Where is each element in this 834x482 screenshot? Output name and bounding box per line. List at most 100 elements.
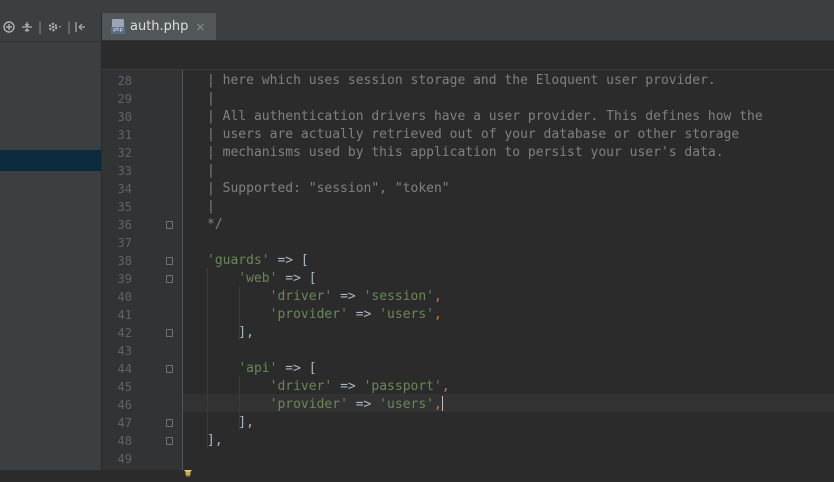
code-token: 'provider' — [269, 397, 348, 412]
code-token: => — [332, 379, 364, 394]
code-line[interactable]: 'provider' => 'users', — [207, 396, 443, 414]
code-line[interactable]: | users are actually retrieved out of yo… — [207, 126, 739, 144]
code-line[interactable]: | All authentication drivers have a user… — [207, 108, 763, 126]
line-number: 43 — [117, 344, 132, 358]
line-number: 45 — [117, 380, 132, 394]
code-token: 'api' — [238, 361, 278, 376]
line-number: 36 — [117, 218, 132, 232]
fold-end-icon[interactable] — [166, 437, 173, 445]
code-line[interactable]: 'web' => [ — [207, 270, 317, 288]
line-number: 46 — [117, 398, 132, 412]
line-number: 38 — [117, 254, 132, 268]
text-caret — [441, 396, 443, 411]
code-token: 'driver' — [269, 379, 333, 394]
line-number: 34 — [117, 182, 132, 196]
fold-end-icon[interactable] — [166, 419, 173, 427]
close-icon[interactable]: × — [195, 20, 205, 34]
project-toolbar: | | — [0, 13, 101, 40]
code-line[interactable]: | — [207, 162, 215, 180]
code-line[interactable]: | — [207, 90, 215, 108]
code-token: 'users' — [379, 307, 435, 322]
code-token: => [ — [269, 253, 309, 268]
code-token: , — [441, 379, 450, 394]
line-number: 49 — [117, 452, 132, 466]
selected-tree-row[interactable] — [0, 150, 101, 171]
code-line[interactable]: 'api' => [ — [207, 360, 317, 378]
code-editor[interactable]: | here which uses session storage and th… — [183, 70, 834, 470]
code-line[interactable]: 'guards' => [ — [207, 252, 309, 270]
code-token: 'users' — [379, 397, 435, 412]
code-token: | users are actually retrieved out of yo… — [207, 127, 740, 142]
code-line[interactable]: 'provider' => 'users', — [207, 306, 442, 324]
line-number: 44 — [117, 362, 132, 376]
fold-end-icon[interactable] — [166, 329, 173, 337]
line-number: 29 — [117, 92, 132, 106]
code-token: , — [434, 289, 442, 304]
code-token: | — [207, 163, 215, 178]
code-token: 'guards' — [207, 253, 270, 268]
line-number: 32 — [117, 146, 132, 160]
code-line[interactable]: | here which uses session storage and th… — [207, 72, 716, 90]
code-line[interactable]: */ — [207, 216, 223, 234]
code-token: | — [207, 199, 215, 214]
php-file-icon: php — [111, 18, 125, 35]
code-line[interactable]: 'driver' => 'passport', — [207, 378, 450, 396]
editor-gutter[interactable]: 28 29 30 31 32 33 34 35 36 37 38 39 40 41 42 43 44 45 46 47… — [102, 70, 193, 477]
code-token: 'driver' — [269, 289, 333, 304]
line-number: 33 — [117, 164, 132, 178]
line-number: 47 — [117, 416, 132, 430]
line-number: 41 — [117, 308, 132, 322]
code-line[interactable]: ], — [207, 324, 254, 342]
code-token: => — [332, 289, 364, 304]
code-line[interactable]: | Supported: "session", "token" — [207, 180, 450, 198]
code-token: */ — [207, 217, 223, 232]
code-token: , — [434, 397, 442, 412]
collapse-all-icon[interactable] — [18, 13, 36, 40]
code-token: => — [347, 397, 380, 412]
code-token: => [ — [277, 271, 317, 286]
code-line[interactable]: 'driver' => 'session', — [207, 288, 442, 306]
code-token: => [ — [277, 361, 317, 376]
line-number: 40 — [117, 290, 132, 304]
window-top-border — [0, 0, 834, 14]
code-line[interactable]: | mechanisms used by this application to… — [207, 144, 724, 162]
line-number: 35 — [117, 200, 132, 214]
fold-end-icon[interactable] — [166, 221, 173, 229]
fold-start-icon[interactable] — [166, 275, 173, 283]
hide-panel-icon[interactable] — [72, 13, 88, 40]
target-icon[interactable] — [0, 13, 18, 40]
code-line[interactable]: | — [207, 198, 215, 216]
code-token: => — [347, 307, 380, 322]
gear-icon[interactable] — [44, 13, 66, 40]
project-tool-window[interactable]: | | — [0, 13, 102, 470]
code-token: ], — [207, 325, 254, 340]
code-line[interactable]: ], — [207, 432, 223, 450]
code-token: 'passport' — [363, 379, 442, 394]
line-number: 28 — [117, 74, 132, 88]
code-token: | mechanisms used by this application to… — [207, 145, 724, 160]
line-number: 31 — [117, 128, 132, 142]
code-token: | All authentication drivers have a user… — [207, 109, 763, 124]
code-line[interactable]: ], — [207, 414, 254, 432]
editor-breadcrumb-bar — [102, 41, 834, 70]
code-token: 'provider' — [269, 307, 348, 322]
tab-auth-php[interactable]: php auth.php × — [102, 13, 216, 40]
editor-tab-bar: php auth.php × — [102, 13, 834, 41]
line-number: 48 — [117, 434, 132, 448]
fold-start-icon[interactable] — [166, 365, 173, 373]
code-token: ], — [207, 415, 254, 430]
code-token: 'web' — [238, 271, 278, 286]
line-number: 39 — [117, 272, 132, 286]
code-token: | — [207, 91, 215, 106]
line-number: 30 — [117, 110, 132, 124]
code-token: ], — [207, 433, 223, 448]
code-token: | Supported: "session", "token" — [207, 181, 450, 196]
code-token: | here which uses session storage and th… — [207, 73, 716, 88]
fold-start-icon[interactable] — [166, 257, 173, 265]
code-token: 'session' — [363, 289, 435, 304]
